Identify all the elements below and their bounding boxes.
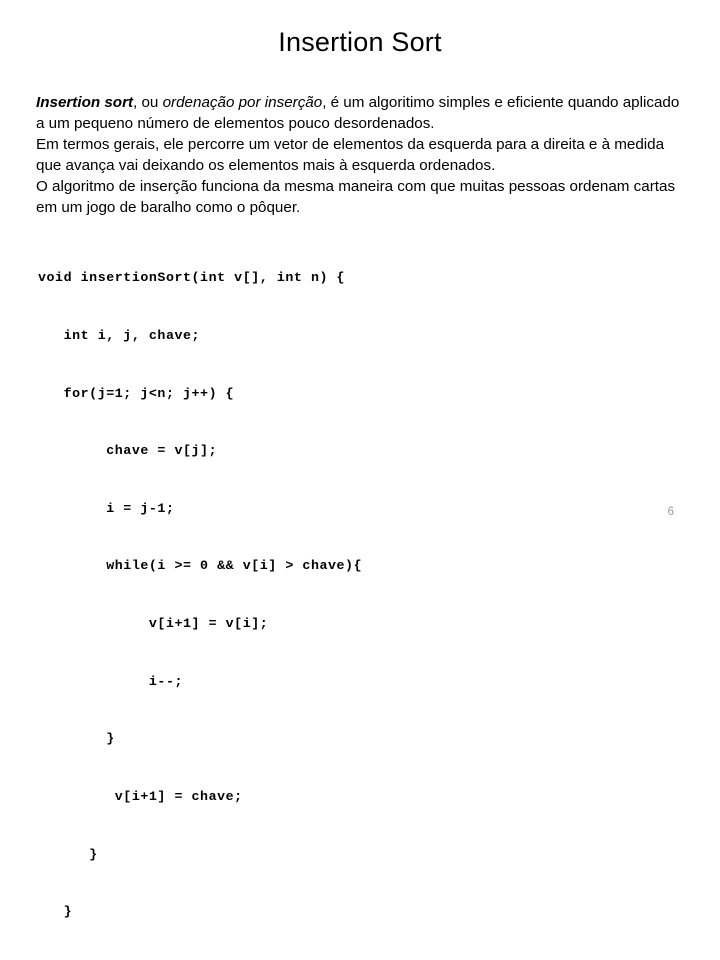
code-line: chave = v[j]; <box>38 443 218 459</box>
page-title: Insertion Sort <box>278 27 442 57</box>
code-line: v[i+1] = chave; <box>38 788 243 804</box>
slide: Insertion Sort Insertion sort, ou ordena… <box>0 0 720 919</box>
code-line: } <box>38 731 115 747</box>
code-line: i = j-1; <box>38 500 175 516</box>
paragraph-1: Insertion sort, ou ordenação por inserçã… <box>36 93 684 134</box>
code-line: void insertionSort(int v[], int n) { <box>38 270 346 286</box>
body-text-block: Insertion sort, ou ordenação por inserçã… <box>36 93 684 219</box>
code-line: int i, j, chave; <box>38 328 201 344</box>
page-number: 6 <box>667 506 674 518</box>
paragraph-2: Em termos gerais, ele percorre um vetor … <box>36 135 684 176</box>
code-line: } <box>38 846 98 862</box>
code-line: while(i >= 0 && v[i] > chave){ <box>38 558 363 574</box>
paragraph-1-run-2: , ou <box>133 94 163 111</box>
code-line: } <box>38 904 73 920</box>
paragraph-3: O algoritmo de inserção funciona da mesm… <box>36 177 684 218</box>
paragraph-3-run-1: O algoritmo de inserção funciona da mesm… <box>36 178 676 216</box>
paragraph-1-run-3: ordenação por inserção <box>162 94 323 111</box>
code-line: v[i+1] = v[i]; <box>38 616 269 632</box>
paragraph-1-run-1: Insertion sort <box>36 94 134 111</box>
code-line: for(j=1; j<n; j++) { <box>38 385 235 401</box>
paragraph-2-run-1: Em termos gerais, ele percorre um vetor … <box>36 136 665 174</box>
code-block: void insertionSort(int v[], int n) { int… <box>38 230 698 960</box>
code-line: i--; <box>38 673 184 689</box>
